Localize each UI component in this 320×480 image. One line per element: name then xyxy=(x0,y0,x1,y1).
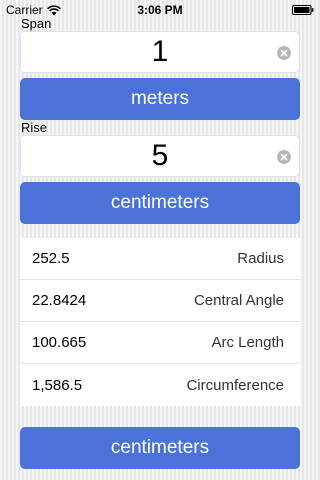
result-name: Circumference xyxy=(186,376,284,394)
span-label: Span xyxy=(21,16,52,31)
clear-icon[interactable] xyxy=(277,46,291,60)
result-row-arc-length: 100.665 Arc Length xyxy=(20,322,300,364)
output-unit-button[interactable]: centimeters xyxy=(20,427,300,469)
rise-input-value: 5 xyxy=(151,139,169,172)
result-row-central-angle: 22.8424 Central Angle xyxy=(20,280,300,322)
status-time: 3:06 PM xyxy=(137,3,183,17)
result-value: 252.5 xyxy=(32,250,70,267)
result-name: Central Angle xyxy=(193,292,284,309)
span-unit-button[interactable]: meters xyxy=(20,78,300,120)
result-name: Arc Length xyxy=(211,334,284,351)
result-row-radius: 252.5 Radius xyxy=(20,238,300,280)
battery-icon xyxy=(292,5,314,15)
clear-icon[interactable] xyxy=(277,150,291,164)
result-row-circumference: 1,586.5 Circumference xyxy=(20,364,300,406)
rise-input[interactable]: 5 xyxy=(20,135,300,177)
span-input[interactable]: 1 xyxy=(20,31,300,73)
result-value: 1,586.5 xyxy=(32,376,83,394)
rise-unit-button[interactable]: centimeters xyxy=(20,182,300,224)
result-value: 100.665 xyxy=(32,334,87,351)
results-table: 252.5 Radius 22.8424 Central Angle 100.6… xyxy=(20,238,300,406)
result-name: Radius xyxy=(237,250,284,267)
span-input-value: 1 xyxy=(151,35,169,68)
rise-label: Rise xyxy=(21,120,48,135)
result-value: 22.8424 xyxy=(32,292,87,309)
